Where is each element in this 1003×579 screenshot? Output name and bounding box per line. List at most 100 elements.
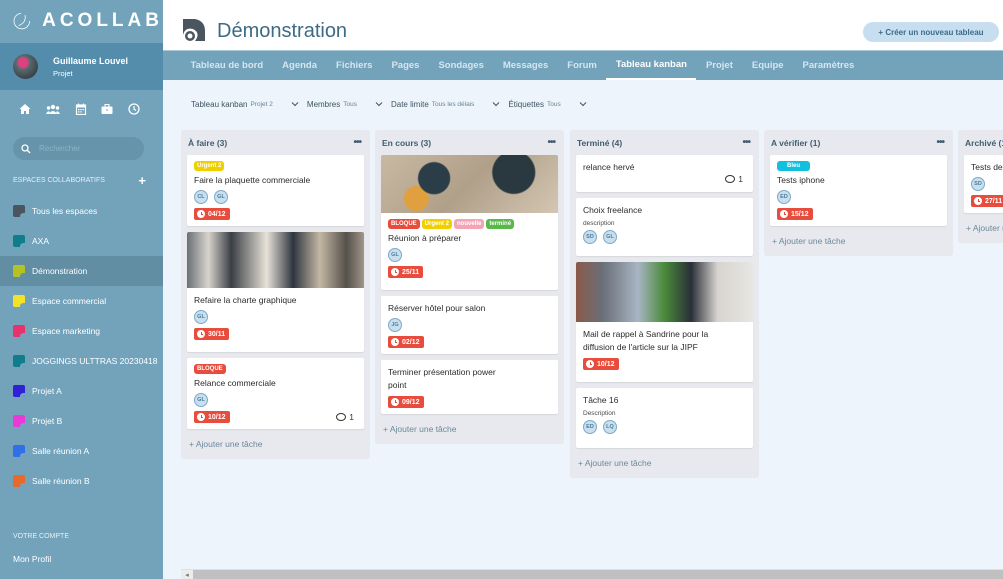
sidebar-space-item[interactable]: JOGGINGS ULTTRAS 20230418 (0, 346, 163, 376)
logo[interactable]: ACOLLAB (0, 0, 163, 42)
member-avatar[interactable]: GL (194, 393, 208, 407)
user-profile[interactable]: Guillaume Louvel Projet (0, 43, 163, 90)
nav-tab[interactable]: Sondages (429, 51, 493, 80)
nav-tab[interactable]: Paramètres (793, 51, 864, 80)
label-tag: Urgent 2 (194, 161, 225, 171)
nav-tab[interactable]: Tableau de bord (181, 51, 273, 80)
sidebar-space-item[interactable]: Démonstration (0, 256, 163, 286)
due-date: 02/12 (402, 338, 420, 346)
account-item-profile[interactable]: Mon Profil (0, 554, 163, 564)
kanban-column: Terminé (4) ••• relance hervé 1 Choix freela… (570, 130, 759, 478)
sidebar-space-item[interactable]: Espace marketing (0, 316, 163, 346)
due-date-badge: 04/12 (194, 208, 230, 220)
filter-dropdown[interactable]: Étiquettes Tous (508, 99, 587, 109)
due-date: 27/11 (985, 197, 1003, 205)
add-task-button[interactable]: + Ajouter une tâche (770, 232, 947, 250)
task-card[interactable]: Mail de rappel à Sandrine pour la diffus… (576, 262, 753, 382)
column-menu-icon[interactable]: ••• (742, 137, 750, 148)
home-icon[interactable] (19, 103, 31, 115)
task-card[interactable]: relance hervé 1 (576, 155, 753, 192)
member-avatar[interactable]: JG (388, 318, 402, 332)
member-avatar[interactable]: CL (194, 190, 208, 204)
chevron-down-icon (375, 102, 383, 107)
member-avatar[interactable]: ED (777, 190, 791, 204)
clock-icon[interactable] (128, 103, 140, 115)
filter-dropdown[interactable]: Membres Tous (307, 100, 383, 109)
sidebar-space-item[interactable]: Projet B (0, 406, 163, 436)
sidebar-space-item[interactable]: Salle réunion B (0, 466, 163, 496)
card-body: BLOQUE Urgent 2 nouvelle terminé Réunion à p… (381, 213, 558, 284)
nav-tab[interactable]: Agenda (273, 51, 327, 80)
nav-tab[interactable]: Forum (558, 51, 607, 80)
column-menu-icon[interactable]: ••• (353, 137, 361, 148)
due-date-badge: 10/12 (194, 411, 230, 423)
filter-label: Étiquettes (508, 99, 544, 109)
column-title: En cours (3) (382, 137, 432, 148)
nav-tab[interactable]: Projet (696, 51, 742, 80)
due-date-badge: 27/11 (971, 195, 1003, 207)
add-task-button[interactable]: + Ajouter une tâche (576, 454, 753, 472)
nav-tab[interactable]: Equipe (742, 51, 793, 80)
space-label: Démonstration (32, 266, 88, 276)
add-task-button[interactable]: + Ajouter une tâche (187, 435, 364, 453)
task-card[interactable]: Refaire la charte graphique GL 30/11 (187, 232, 364, 352)
sidebar-space-item[interactable]: Salle réunion A (0, 436, 163, 466)
column-title: Archivé (1) (965, 137, 1003, 148)
member-avatar[interactable]: LQ (603, 420, 617, 434)
task-card[interactable]: Choix freelance description SD GL (576, 198, 753, 256)
task-card[interactable]: Tests de SD 27/11 (964, 155, 1003, 213)
filter-dropdown[interactable]: Date limite Tous les délais (391, 100, 500, 109)
nav-tab[interactable]: Fichiers (327, 51, 382, 80)
card-members: CL GL (194, 190, 357, 204)
card-members: ED (777, 190, 940, 204)
nav-tab[interactable]: Messages (493, 51, 557, 80)
task-card[interactable]: Bleu Tests iphone ED 15/12 (770, 155, 947, 226)
scroll-left-arrow[interactable]: ◂ (181, 570, 193, 579)
space-logo-icon (183, 19, 205, 41)
task-card[interactable]: Tâche 16 Description ED LQ (576, 388, 753, 448)
calendar-icon[interactable] (75, 103, 87, 115)
filter-value: Tous les délais (431, 100, 475, 108)
member-avatar[interactable]: GL (603, 230, 617, 244)
member-avatar[interactable]: GL (388, 248, 402, 262)
task-card[interactable]: Urgent 2 Faire la plaquette commerciale CL… (187, 155, 364, 226)
add-space-button[interactable]: + (138, 174, 146, 187)
member-avatar[interactable]: SD (971, 177, 985, 191)
task-card[interactable]: BLOQUE Relance commerciale GL 10/12 1 (187, 358, 364, 429)
briefcase-icon[interactable] (101, 103, 113, 115)
horizontal-scrollbar[interactable]: ◂ (181, 569, 1003, 579)
sidebar-space-item[interactable]: Projet A (0, 376, 163, 406)
search-box[interactable] (13, 137, 144, 160)
sidebar-space-item[interactable]: AXA (0, 226, 163, 256)
label-tag: BLOQUE (388, 219, 420, 229)
member-avatar[interactable]: ED (583, 420, 597, 434)
column-header: A vérifier (1) ••• (770, 130, 947, 155)
column-menu-icon[interactable]: ••• (547, 137, 555, 148)
column-menu-icon[interactable]: ••• (936, 137, 944, 148)
nav-tab[interactable]: Pages (382, 51, 429, 80)
filter-value: Tous (547, 100, 561, 108)
member-avatar[interactable]: GL (194, 310, 208, 324)
clock-icon (197, 210, 205, 218)
card-title: Tâche 16 (583, 395, 619, 405)
create-board-button[interactable]: + Créer un nouveau tableau (863, 22, 999, 42)
filter-label: Membres (306, 99, 341, 109)
users-icon[interactable] (45, 103, 60, 115)
member-avatar[interactable]: SD (583, 230, 597, 244)
card-tags: Bleu (777, 161, 940, 171)
task-card[interactable]: BLOQUE Urgent 2 nouvelle terminé Réunion à p… (381, 155, 558, 290)
space-icon (13, 475, 25, 487)
task-card[interactable]: Réserver hôtel pour salon JG 02/12 (381, 296, 558, 354)
card-body: Refaire la charte graphique GL 30/11 (187, 288, 364, 346)
task-card[interactable]: Terminer présentation power point 09/12 (381, 360, 558, 414)
search-input[interactable] (39, 144, 139, 153)
add-task-button[interactable]: + Ajouter une tâche (964, 219, 1003, 237)
card-footer: 25/11 (388, 266, 551, 278)
nav-tab[interactable]: Tableau kanban (606, 51, 697, 80)
card-title: Tests iphone (777, 175, 825, 185)
member-avatar[interactable]: GL (214, 190, 228, 204)
sidebar-space-item[interactable]: Espace commercial (0, 286, 163, 316)
filter-dropdown[interactable]: Tableau kanban Projet 2 (191, 100, 299, 109)
sidebar-space-item[interactable]: Tous les espaces (0, 196, 163, 226)
add-task-button[interactable]: + Ajouter une tâche (381, 420, 558, 438)
